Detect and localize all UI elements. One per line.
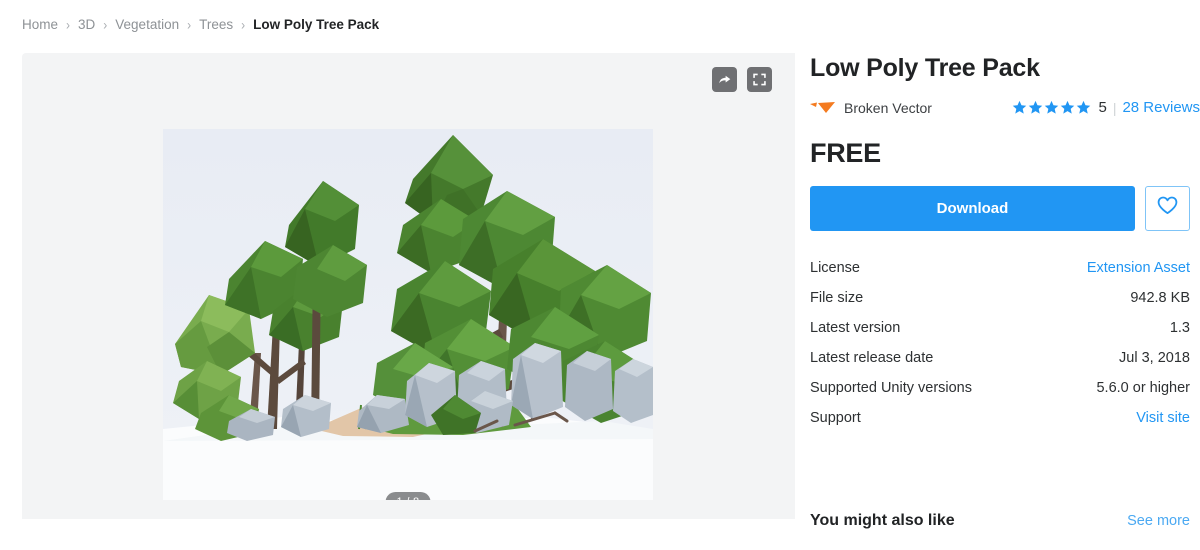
metadata-value: Jul 3, 2018 [1119, 349, 1190, 366]
metadata-row: Supported Unity versions 5.6.0 or higher [810, 380, 1190, 410]
see-more-link[interactable]: See more [1127, 513, 1190, 529]
also-like-title: You might also like [810, 512, 955, 529]
gallery-panel: 1 / 8 [22, 53, 795, 519]
metadata-value: 5.6.0 or higher [1096, 379, 1190, 396]
fullscreen-button[interactable] [747, 67, 772, 92]
star-icon [1060, 100, 1075, 115]
share-button[interactable] [712, 67, 737, 92]
breadcrumb-separator: › [241, 16, 246, 33]
low-poly-scene [163, 129, 653, 500]
breadcrumb-item-low-poly-tree-pack: Low Poly Tree Pack [253, 17, 380, 32]
broken-vector-logo-icon [810, 101, 836, 115]
asset-metadata-table: License Extension Asset File size 942.8 KB L… [810, 260, 1190, 440]
heart-icon [1157, 196, 1178, 220]
gallery-toolbar [712, 67, 772, 92]
page-title: Low Poly Tree Pack [810, 54, 1040, 82]
metadata-row: Latest version 1.3 [810, 320, 1190, 350]
metadata-row: Latest release date Jul 3, 2018 [810, 350, 1190, 380]
metadata-value: 942.8 KB [1130, 289, 1190, 306]
reviews-link[interactable]: 28 Reviews [1122, 99, 1200, 116]
star-icon [1076, 100, 1091, 115]
breadcrumb-item-trees[interactable]: Trees [199, 17, 233, 32]
star-icon [1012, 100, 1027, 115]
metadata-key: Supported Unity versions [810, 379, 972, 396]
star-rating [1012, 100, 1091, 115]
fullscreen-icon [752, 72, 767, 87]
share-icon [717, 72, 732, 87]
metadata-key: File size [810, 289, 864, 306]
publisher-name[interactable]: Broken Vector [844, 100, 932, 116]
breadcrumb-item-vegetation[interactable]: Vegetation [115, 17, 179, 32]
favorite-button[interactable] [1145, 185, 1190, 231]
metadata-value[interactable]: Visit site [1136, 410, 1190, 426]
rating-separator: | [1112, 99, 1117, 116]
gallery-page-indicator: 1 / 8 [385, 492, 431, 500]
metadata-key: Latest version [810, 319, 901, 336]
you-might-also-like-section: You might also like See more [810, 512, 1190, 530]
breadcrumb-separator: › [66, 16, 71, 33]
cta-row: Download [810, 185, 1200, 231]
rating-block: 5 | 28 Reviews [1012, 99, 1200, 116]
metadata-row: License Extension Asset [810, 260, 1190, 290]
download-button[interactable]: Download [810, 185, 1135, 231]
publisher-row: Broken Vector 5 | 28 Reviews [810, 99, 1200, 117]
price-label: FREE [810, 137, 881, 168]
metadata-key: Latest release date [810, 349, 934, 366]
breadcrumb-separator: › [103, 16, 108, 33]
metadata-row: File size 942.8 KB [810, 290, 1190, 320]
asset-preview-image[interactable]: 1 / 8 [163, 129, 653, 500]
asset-detail-panel: Low Poly Tree Pack Broken Vector 5 | 28 … [810, 0, 1200, 550]
breadcrumb-item-3d[interactable]: 3D [78, 17, 95, 32]
star-icon [1044, 100, 1059, 115]
rating-value: 5 [1098, 99, 1107, 116]
breadcrumb-item-home[interactable]: Home [22, 17, 58, 32]
metadata-key: License [810, 259, 860, 276]
metadata-row: Support Visit site [810, 410, 1190, 440]
breadcrumb-separator: › [187, 16, 192, 33]
metadata-value: 1.3 [1169, 319, 1190, 336]
metadata-key: Support [810, 409, 861, 426]
star-icon [1028, 100, 1043, 115]
breadcrumb: Home › 3D › Vegetation › Trees › Low Poly Tree P… [22, 17, 379, 32]
metadata-value[interactable]: Extension Asset [1087, 260, 1190, 276]
